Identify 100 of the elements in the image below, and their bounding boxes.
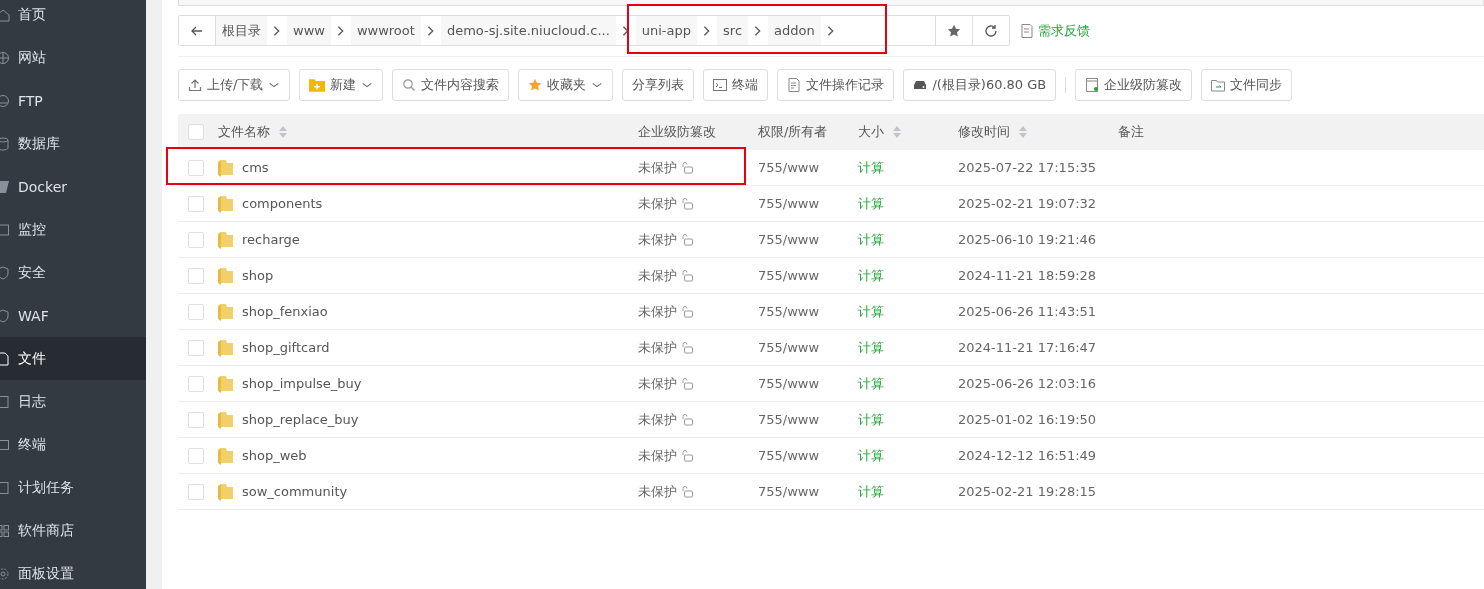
toolbar-button[interactable]: 企业级防篡改 xyxy=(1075,69,1193,101)
sidebar-item[interactable]: 终端 xyxy=(0,423,146,466)
protection-status: 未保护 xyxy=(638,482,677,501)
permissions: 755/www xyxy=(758,196,820,211)
row-checkbox[interactable] xyxy=(188,159,204,176)
sidebar-item[interactable]: 日志 xyxy=(0,380,146,423)
path-segment[interactable]: www xyxy=(287,16,331,45)
folder-name[interactable]: shop_fenxiao xyxy=(242,304,328,319)
modified-time: 2025-02-21 19:07:32 xyxy=(958,196,1097,211)
back-button[interactable] xyxy=(179,16,216,45)
file-row[interactable]: shop_impulse_buy 未保护 755/www 计算 2025-06-26 12:03:16 xyxy=(178,366,1484,402)
toolbar-button[interactable]: 分享列表 xyxy=(622,69,695,101)
unlock-icon xyxy=(681,305,694,318)
permissions: 755/www xyxy=(758,304,820,319)
folder-name[interactable]: cms xyxy=(242,160,269,175)
sidebar-item[interactable]: 首页 xyxy=(0,0,146,36)
refresh-icon xyxy=(984,23,998,38)
sort-icon xyxy=(278,125,288,139)
row-checkbox[interactable] xyxy=(188,375,204,392)
column-header[interactable]: 修改时间 xyxy=(958,123,1010,141)
terminal-icon xyxy=(0,437,10,452)
row-checkbox[interactable] xyxy=(188,339,204,356)
row-checkbox[interactable] xyxy=(188,195,204,212)
column-header: 权限/所有者 xyxy=(758,123,828,141)
column-header[interactable]: 文件名称 xyxy=(218,123,270,141)
folder-icon xyxy=(218,482,234,501)
protection-status: 未保护 xyxy=(638,446,677,465)
file-row[interactable]: shop_giftcard 未保护 755/www 计算 2024-11-21 17:16:47 xyxy=(178,330,1484,366)
toolbar-button[interactable]: 收藏夹 xyxy=(518,69,614,101)
toolbar-button[interactable]: 文件同步 xyxy=(1201,69,1293,101)
file-row[interactable]: sow_community 未保护 755/www 计算 2025-02-21 19:28:15 xyxy=(178,474,1484,510)
sidebar-item[interactable]: 安全 xyxy=(0,251,146,294)
sidebar-item[interactable]: 面板设置 xyxy=(0,552,146,589)
toolbar-button[interactable]: 文件操作记录 xyxy=(777,69,895,101)
upload-icon xyxy=(188,78,202,92)
folder-name[interactable]: shop_giftcard xyxy=(242,340,330,355)
permissions: 755/www xyxy=(758,232,820,247)
select-all-checkbox[interactable] xyxy=(188,124,204,140)
sidebar-item[interactable]: FTP xyxy=(0,79,146,122)
globe-icon xyxy=(0,93,10,108)
path-segment[interactable]: src xyxy=(717,16,749,45)
folder-name[interactable]: shop xyxy=(242,268,274,283)
path-segment[interactable]: uni-app xyxy=(635,16,698,45)
terminal-icon xyxy=(713,78,728,92)
file-row[interactable]: cms 未保护 755/www 计算 2025-07-22 17:15:35 xyxy=(178,150,1484,186)
folder-name[interactable]: shop_web xyxy=(242,448,307,463)
row-checkbox[interactable] xyxy=(188,411,204,428)
sidebar-item[interactable]: 监控 xyxy=(0,208,146,251)
sidebar-item[interactable]: 文件 xyxy=(0,337,146,380)
toolbar-button[interactable]: /(根目录)60.80 GB xyxy=(903,69,1057,101)
modified-time: 2025-02-21 19:28:15 xyxy=(958,484,1097,499)
row-checkbox[interactable] xyxy=(188,303,204,320)
toolbar-button[interactable]: 终端 xyxy=(703,69,769,101)
sidebar-item[interactable]: WAF xyxy=(0,294,146,337)
path-segment[interactable]: wwwroot xyxy=(350,16,421,45)
toolbar-button[interactable]: 上传/下载 xyxy=(178,69,291,101)
file-row[interactable]: shop_web 未保护 755/www 计算 2024-12-12 16:51:49 xyxy=(178,438,1484,474)
row-checkbox[interactable] xyxy=(188,231,204,248)
refresh-button[interactable] xyxy=(972,16,1009,45)
sidebar-item[interactable]: 数据库 xyxy=(0,122,146,165)
unlock-icon xyxy=(681,161,694,174)
drive-icon xyxy=(913,78,928,92)
calendar-icon xyxy=(0,480,10,495)
row-checkbox[interactable] xyxy=(188,483,204,500)
folder-name[interactable]: components xyxy=(242,196,323,211)
file-row[interactable]: shop_replace_buy 未保护 755/www 计算 2025-01-02 16:19:50 xyxy=(178,402,1484,438)
column-header[interactable]: 大小 xyxy=(858,123,884,141)
path-segment[interactable]: 根目录 xyxy=(216,16,267,45)
modified-time: 2025-06-26 11:43:51 xyxy=(958,304,1097,319)
folder-name[interactable]: shop_impulse_buy xyxy=(242,376,362,391)
unlock-icon xyxy=(681,341,694,354)
sidebar-item[interactable]: 网站 xyxy=(0,36,146,79)
sidebar-item[interactable]: 计划任务 xyxy=(0,466,146,509)
folder-name[interactable]: sow_community xyxy=(242,484,348,499)
folder-name[interactable]: recharge xyxy=(242,232,300,247)
protection-status: 未保护 xyxy=(638,158,677,177)
modified-time: 2025-06-26 12:03:16 xyxy=(958,376,1097,391)
permissions: 755/www xyxy=(758,268,820,283)
sidebar-item[interactable]: Docker xyxy=(0,165,146,208)
sort-icon xyxy=(1018,125,1028,139)
path-segment[interactable]: addon xyxy=(768,16,821,45)
sidebar-item[interactable]: 软件商店 xyxy=(0,509,146,552)
gear-icon xyxy=(0,566,10,581)
file-row[interactable]: shop_fenxiao 未保护 755/www 计算 2025-06-26 11:43:51 xyxy=(178,294,1484,330)
toolbar-button[interactable]: 新建 xyxy=(299,69,384,101)
file-row[interactable]: recharge 未保护 755/www 计算 2025-06-10 19:21:46 xyxy=(178,222,1484,258)
permissions: 755/www xyxy=(758,160,820,175)
file-row[interactable]: components 未保护 755/www 计算 2025-02-21 19:07:32 xyxy=(178,186,1484,222)
path-segment[interactable]: demo-sj.site.niucloud.c... xyxy=(440,16,616,45)
permissions: 755/www xyxy=(758,340,820,355)
folder-name[interactable]: shop_replace_buy xyxy=(242,412,359,427)
folder-icon xyxy=(218,230,234,249)
database-icon xyxy=(0,136,10,151)
file-row[interactable]: shop 未保护 755/www 计算 2024-11-21 18:59:28 xyxy=(178,258,1484,294)
globe-icon xyxy=(0,50,10,65)
row-checkbox[interactable] xyxy=(188,447,204,464)
document-icon xyxy=(0,394,10,409)
star-icon xyxy=(947,23,961,38)
row-checkbox[interactable] xyxy=(188,267,204,284)
toolbar-button[interactable]: 文件内容搜索 xyxy=(392,69,510,101)
